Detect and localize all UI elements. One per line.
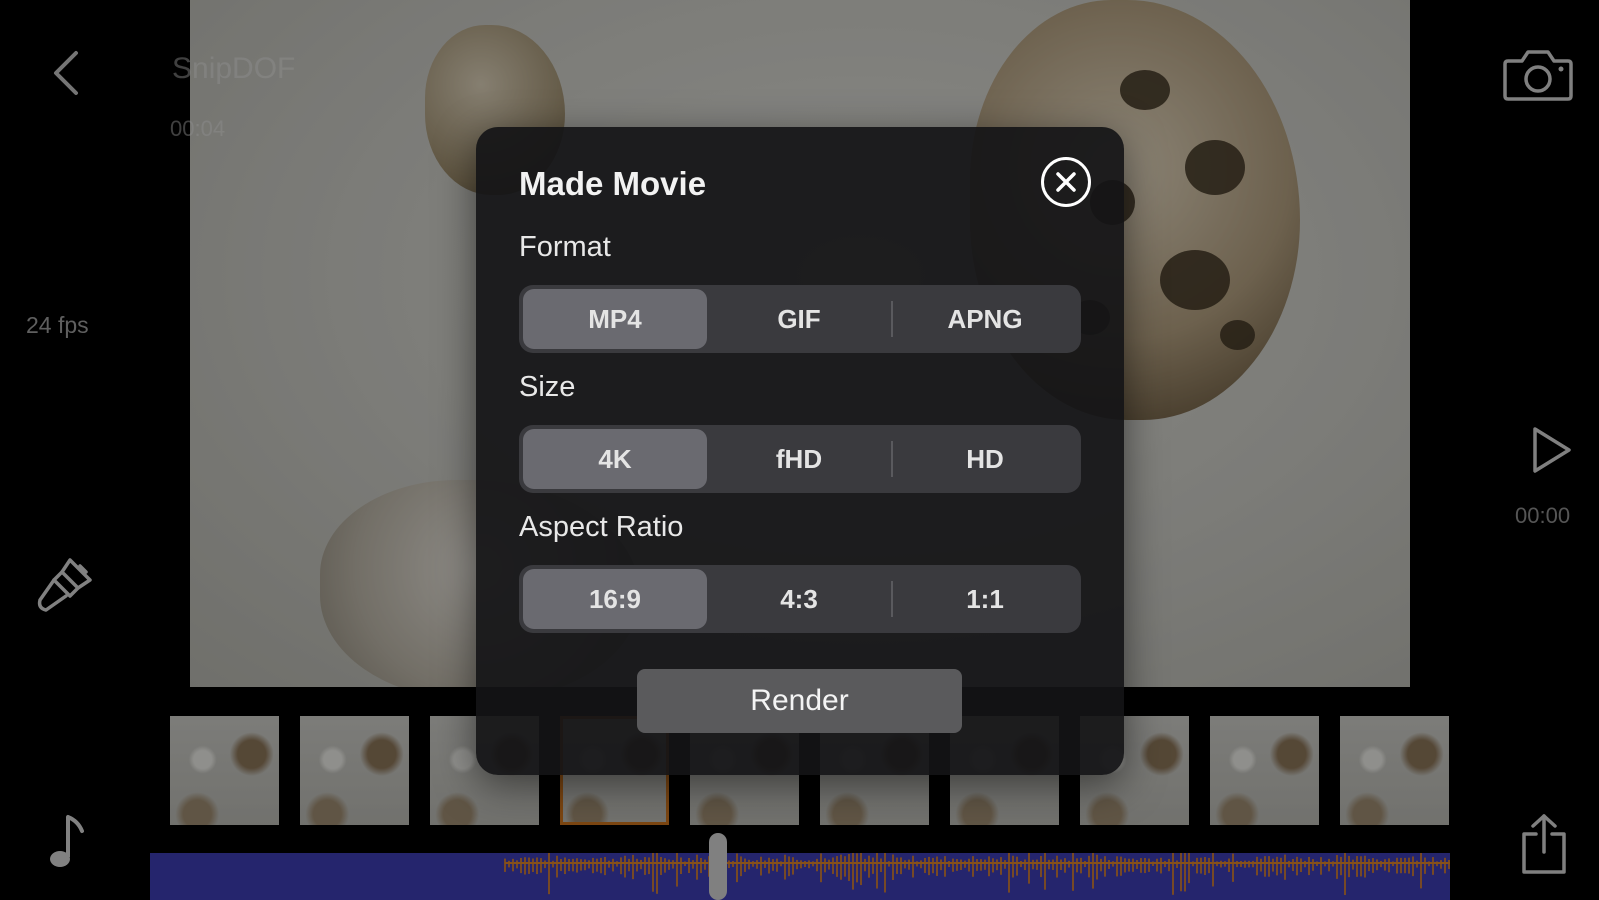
- size-option-hd[interactable]: HD: [893, 429, 1077, 489]
- aspect-option-4-3[interactable]: 4:3: [707, 569, 891, 629]
- dialog-title: Made Movie: [519, 165, 707, 202]
- aspect-option-16-9[interactable]: 16:9: [523, 569, 707, 629]
- size-label: Size: [519, 371, 576, 403]
- format-option-mp4[interactable]: MP4: [523, 289, 707, 349]
- format-option-apng[interactable]: APNG: [893, 289, 1077, 349]
- aspect-ratio-segmented-control[interactable]: 16:9 4:3 1:1: [519, 565, 1081, 633]
- size-segmented-control[interactable]: 4K fHD HD: [519, 425, 1081, 493]
- size-option-4k[interactable]: 4K: [523, 429, 707, 489]
- made-movie-dialog: Made Movie Format MP4 GIF APNG Size 4K f…: [476, 127, 1124, 775]
- format-label: Format: [519, 231, 611, 263]
- close-button[interactable]: [1041, 157, 1091, 207]
- aspect-ratio-label: Aspect Ratio: [519, 511, 684, 543]
- render-button[interactable]: Render: [637, 669, 962, 733]
- size-option-fhd[interactable]: fHD: [707, 429, 891, 489]
- format-option-gif[interactable]: GIF: [707, 289, 891, 349]
- format-segmented-control[interactable]: MP4 GIF APNG: [519, 285, 1081, 353]
- aspect-option-1-1[interactable]: 1:1: [893, 569, 1077, 629]
- close-icon: [1056, 172, 1076, 192]
